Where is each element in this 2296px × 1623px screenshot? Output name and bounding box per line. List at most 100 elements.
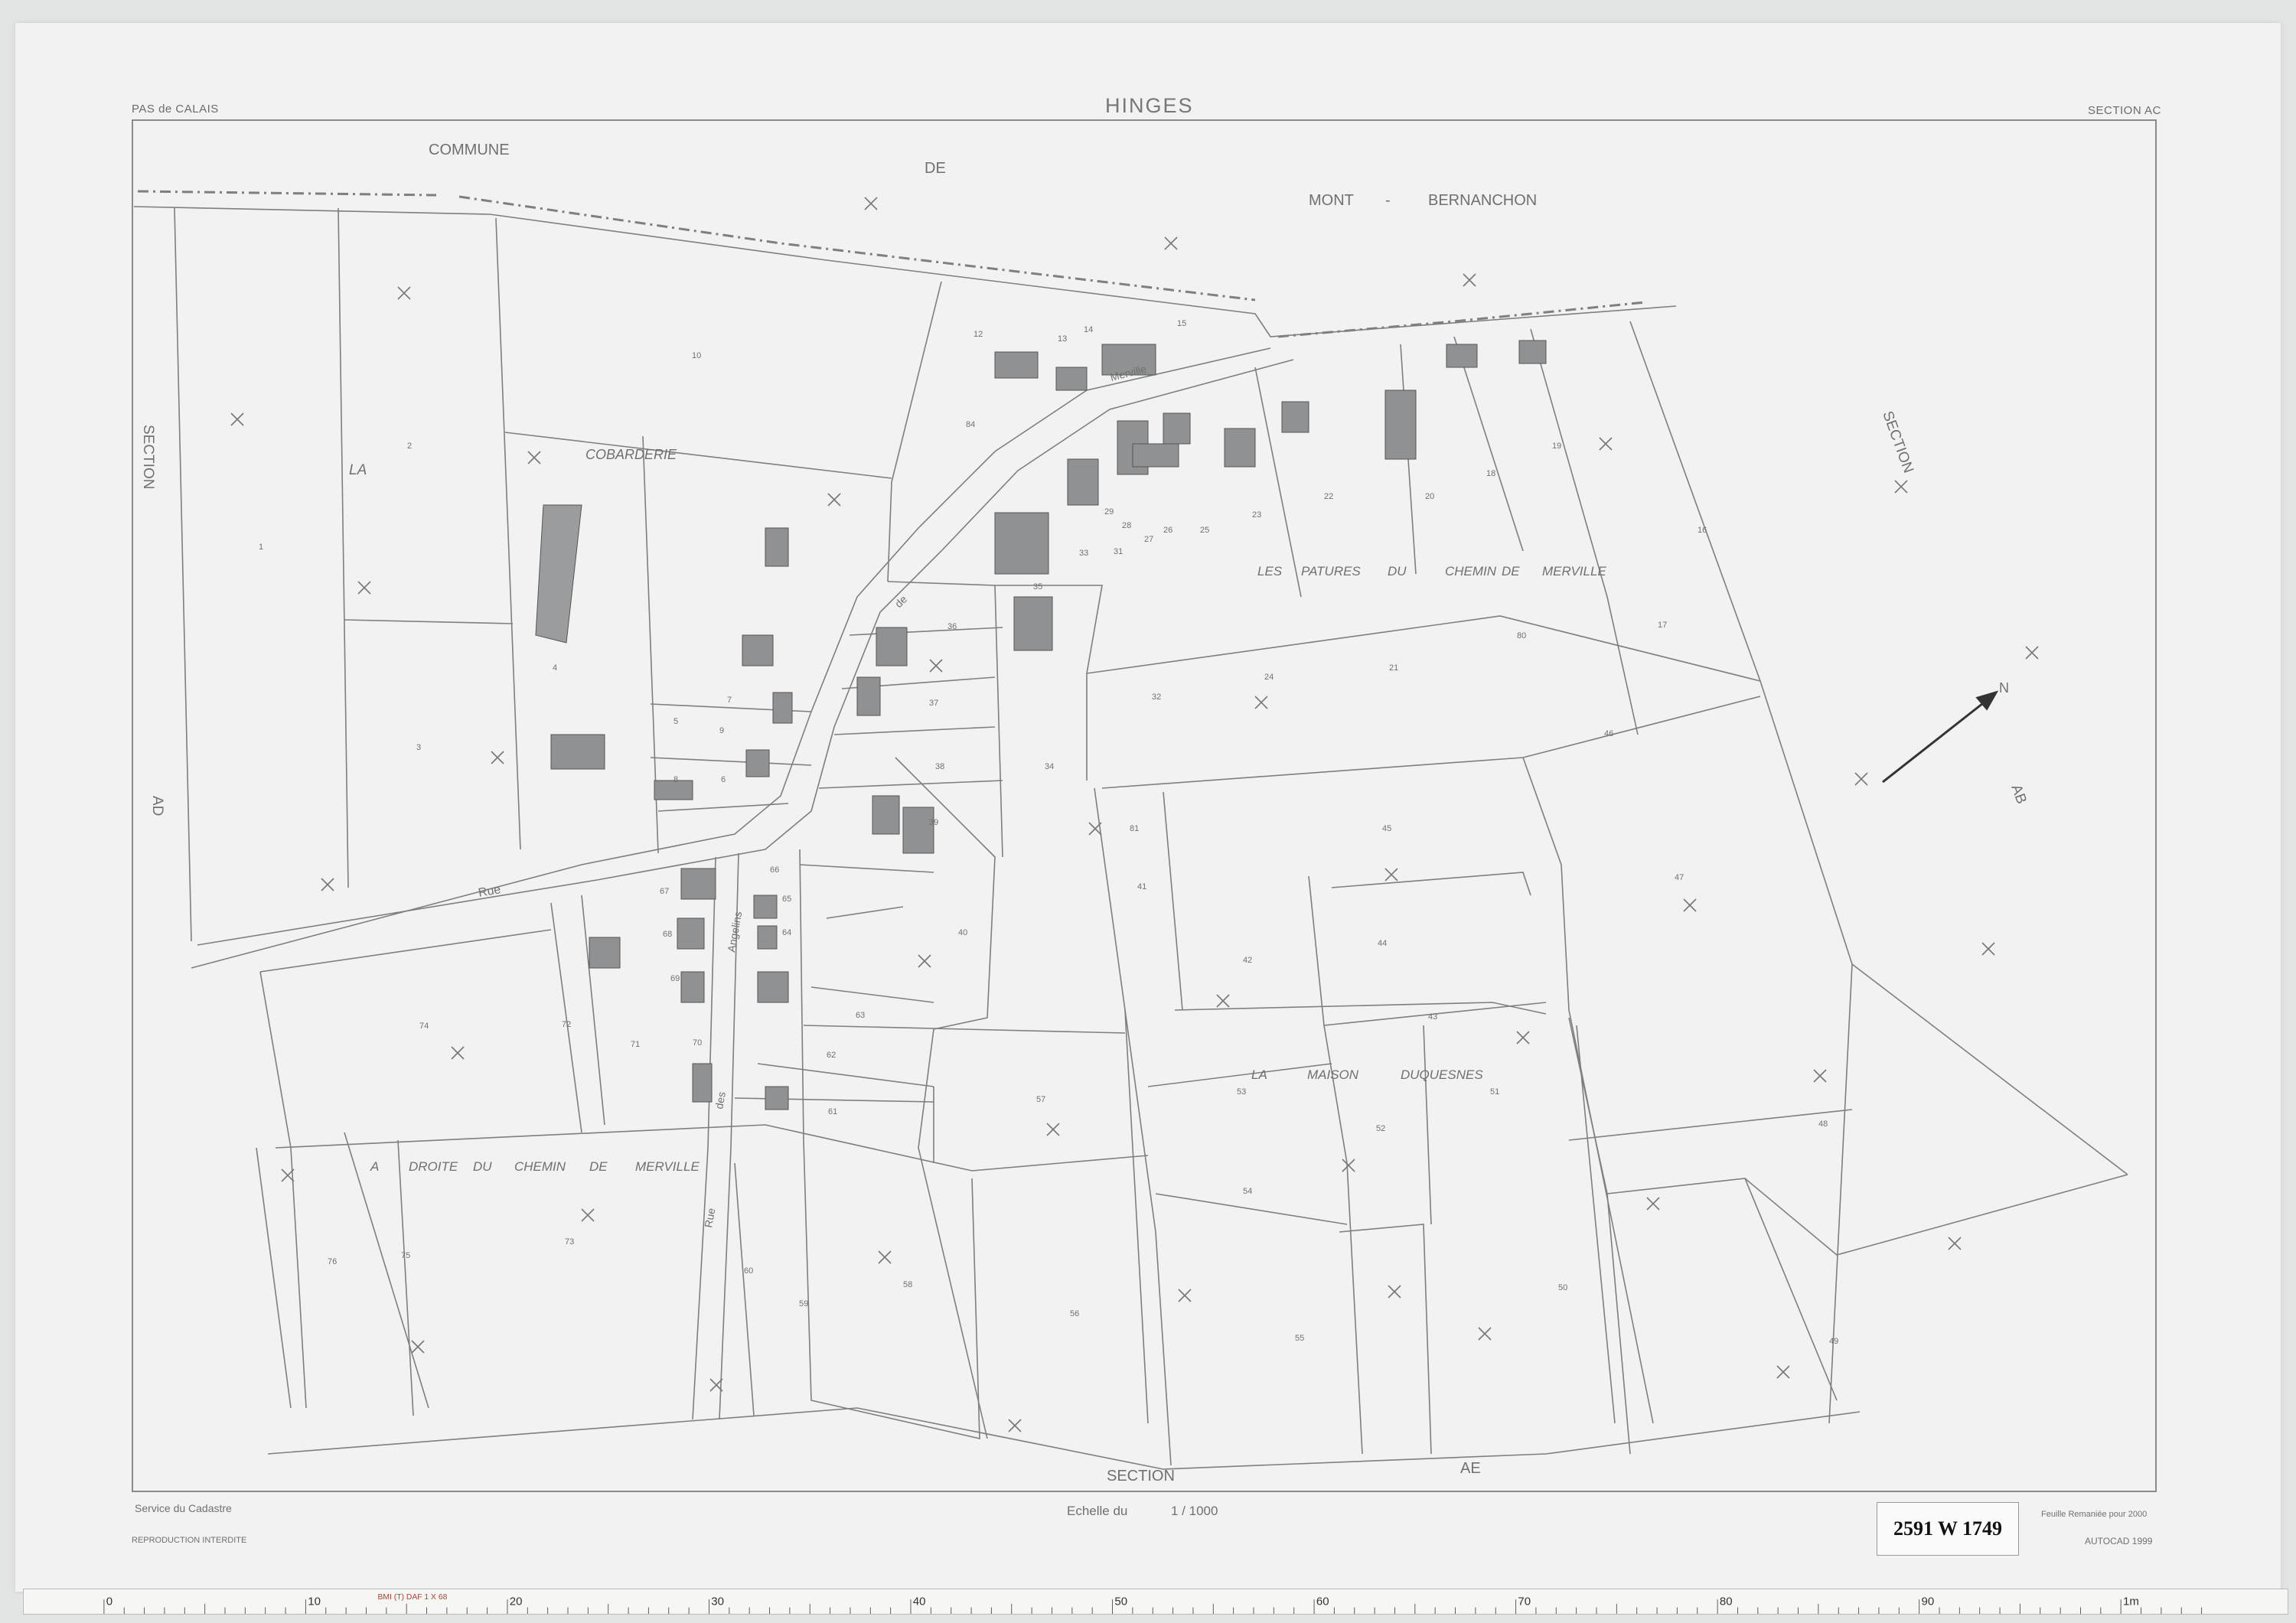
parcel-number-20: 20 (1425, 492, 1434, 501)
parcel-number-27: 27 (1144, 535, 1153, 544)
parcel-number-65: 65 (782, 895, 791, 904)
parcel-number-26: 26 (1163, 526, 1172, 535)
parcel-number-5: 5 (673, 717, 678, 726)
road-rue: Rue (478, 883, 502, 900)
ruler-mark-60: 60 (1316, 1595, 1329, 1608)
parcel-number-3: 3 (416, 743, 421, 752)
parcel-number-68: 68 (663, 930, 672, 939)
neighbour-top-mont: MONT (1309, 192, 1354, 209)
parcel-number-45: 45 (1382, 824, 1391, 833)
parcel-number-23: 23 (1252, 510, 1261, 520)
parcel-number-66: 66 (770, 865, 779, 875)
parcel-number-13: 13 (1058, 334, 1067, 344)
parcel-number-6: 6 (721, 775, 726, 784)
place-cobarderie: COBARDERIE (585, 447, 677, 462)
place-droite-2: DROITE (409, 1159, 458, 1174)
parcel-number-7: 7 (727, 696, 732, 705)
road-angelins: Angelins (725, 911, 744, 953)
neighbour-right-section: SECTION (1879, 409, 1916, 476)
place-maison-1: LA (1251, 1067, 1267, 1082)
parcel-number-34: 34 (1045, 762, 1054, 771)
parcel-number-56: 56 (1070, 1309, 1079, 1318)
place-patures-2: PATURES (1301, 564, 1361, 578)
parcel-number-47: 47 (1675, 873, 1684, 882)
parcel-number-29: 29 (1104, 507, 1114, 517)
parcel-number-42: 42 (1243, 956, 1252, 965)
footer-service: Service du Cadastre (135, 1502, 232, 1514)
ruler-mark-30: 30 (711, 1595, 724, 1608)
parcel-map: N COMMUNE DE MONT - BERNANCHON SECTION A… (132, 142, 2153, 1546)
parcel-number-19: 19 (1552, 442, 1561, 451)
place-droite-6: MERVILLE (635, 1159, 700, 1174)
parcel-number-58: 58 (903, 1280, 912, 1289)
ruler-mark-0: 0 (106, 1595, 113, 1608)
place-maison-2: MAISON (1307, 1067, 1359, 1082)
parcel-number-63: 63 (856, 1011, 865, 1020)
parcel-number-1: 1 (259, 543, 263, 552)
parcel-number-50: 50 (1558, 1283, 1567, 1292)
parcel-number-74: 74 (419, 1022, 429, 1031)
parcel-number-41: 41 (1137, 882, 1146, 891)
parcel-number-36: 36 (947, 622, 957, 631)
parcel-number-layer: 1234567891012 131415161718192021222324252… (259, 319, 1838, 1346)
parcel-number-61: 61 (828, 1107, 837, 1116)
footer-reproduction: REPRODUCTION INTERDITE (132, 1536, 246, 1545)
parcel-number-24: 24 (1264, 673, 1274, 682)
parcel-number-67: 67 (660, 887, 669, 896)
measuring-ruler: BMI (T) DAF 1 X 68 0 10 20 30 40 50 60 70 80 90 1m (23, 1589, 2288, 1615)
parcel-number-54: 54 (1243, 1187, 1252, 1196)
place-droite-4: CHEMIN (514, 1159, 566, 1174)
parcel-number-31: 31 (1114, 547, 1123, 556)
place-maison-3: DUQUESNES (1401, 1067, 1483, 1082)
parcel-number-21: 21 (1389, 663, 1398, 673)
parcel-number-32: 32 (1152, 693, 1161, 702)
parcel-number-62: 62 (827, 1051, 836, 1060)
parcel-number-81: 81 (1130, 824, 1139, 833)
parcel-number-40: 40 (958, 928, 967, 937)
parcel-number-75: 75 (401, 1251, 410, 1260)
parcel-number-38: 38 (935, 762, 944, 771)
place-patures-1: LES (1257, 564, 1283, 578)
parcel-number-71: 71 (631, 1040, 640, 1049)
scale-label: Echelle du (1067, 1504, 1127, 1518)
parcel-number-4: 4 (553, 663, 557, 673)
ruler-mark-90: 90 (1921, 1595, 1934, 1608)
neighbour-top-de: DE (925, 160, 946, 177)
neighbour-top-dash: - (1385, 192, 1391, 209)
ruler-mark-1m: 1m (2123, 1595, 2139, 1608)
parcel-number-9: 9 (719, 726, 724, 735)
ruler-mark-70: 70 (1518, 1595, 1531, 1608)
parcel-number-37: 37 (929, 699, 938, 708)
ruler-mark-10: 10 (308, 1595, 321, 1608)
parcel-number-17: 17 (1658, 621, 1667, 630)
parcel-number-12: 12 (974, 330, 983, 339)
road-des: des (713, 1091, 728, 1110)
parcel-number-33: 33 (1079, 549, 1088, 558)
neighbour-top-commune: COMMUNE (429, 142, 510, 158)
parcel-number-84: 84 (966, 420, 975, 429)
parcel-number-46: 46 (1604, 729, 1613, 738)
parcel-number-72: 72 (562, 1020, 571, 1029)
parcel-number-52: 52 (1376, 1124, 1385, 1133)
neighbour-right-ab: AB (2007, 783, 2029, 807)
parcel-number-18: 18 (1486, 469, 1495, 478)
parcel-number-43: 43 (1428, 1012, 1437, 1022)
neighbour-bottom-ae: AE (1460, 1460, 1481, 1477)
parcel-number-35: 35 (1033, 582, 1042, 592)
parcel-number-60: 60 (744, 1266, 753, 1276)
parcel-number-2: 2 (407, 442, 412, 451)
neighbour-top-bernanchon: BERNANCHON (1428, 192, 1537, 209)
parcel-number-69: 69 (670, 974, 680, 983)
parcel-number-49: 49 (1829, 1337, 1838, 1346)
parcel-number-16: 16 (1698, 526, 1707, 535)
parcel-number-80: 80 (1517, 631, 1526, 640)
place-patures-3: DU (1388, 564, 1407, 578)
parcel-number-48: 48 (1818, 1119, 1828, 1129)
parcel-number-8: 8 (673, 775, 678, 784)
parcel-number-10: 10 (692, 351, 701, 360)
parcel-number-15: 15 (1177, 319, 1186, 328)
neighbour-bottom-section: SECTION (1107, 1468, 1175, 1484)
parcel-number-57: 57 (1036, 1095, 1045, 1104)
place-patures-5: DE (1502, 564, 1520, 578)
scale-value: 1 / 1000 (1171, 1504, 1218, 1518)
